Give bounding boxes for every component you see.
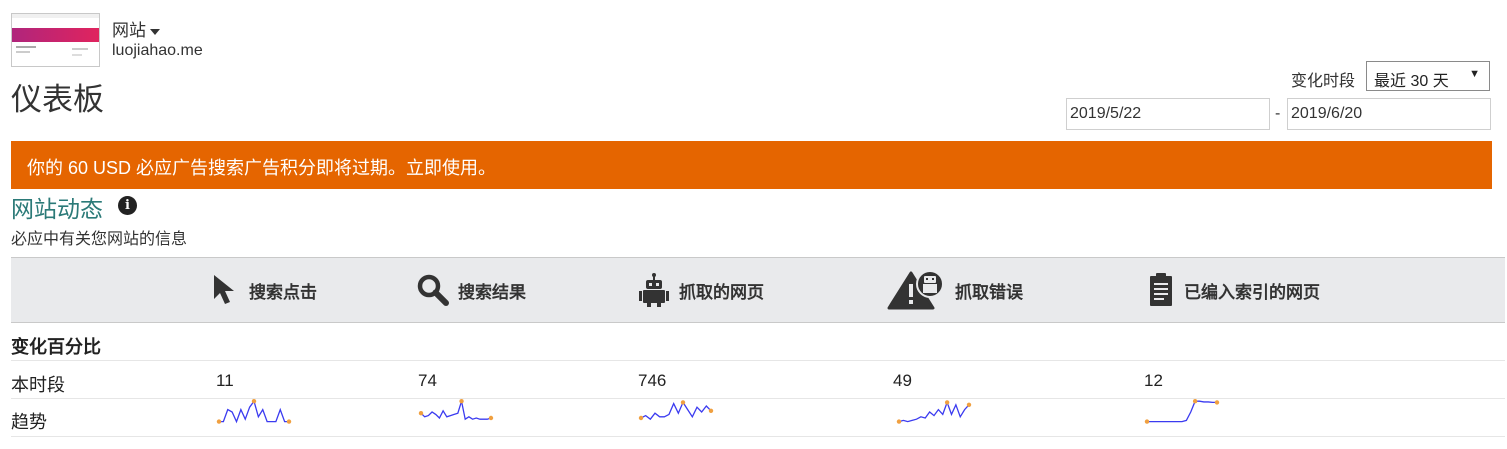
trend-point [1214, 400, 1220, 405]
metric-value: 11 [216, 371, 234, 390]
trend-sparkline [638, 400, 714, 421]
row-label-trend: 趋势 [11, 412, 47, 432]
trend-sparkline [418, 399, 494, 421]
date-to-input[interactable]: 2019/6/20 [1287, 98, 1491, 130]
trend-point [488, 415, 494, 421]
trend-point [459, 399, 464, 404]
period-select-value: 最近 30 天 [1374, 73, 1449, 90]
thumbnail-banner [12, 28, 99, 42]
metric-label: 已编入索引的网页 [1184, 282, 1320, 302]
date-from-input[interactable]: 2019/5/22 [1066, 98, 1270, 130]
trend-point [708, 408, 714, 413]
thumbnail-line [16, 46, 36, 48]
trend-point [680, 400, 686, 405]
trend-point [1192, 399, 1198, 404]
magnifier-icon [417, 274, 449, 306]
metric-label: 抓取的网页 [679, 282, 764, 302]
thumbnail-line [72, 48, 88, 50]
cursor-icon [214, 275, 234, 304]
metric-value: 49 [893, 371, 912, 390]
chevron-down-icon [150, 28, 160, 35]
row-label-current: 本时段 [11, 375, 65, 395]
site-thumbnail[interactable] [11, 13, 100, 67]
trend-point [251, 399, 257, 404]
period-label: 变化时段 [1291, 73, 1356, 90]
trend-point [896, 419, 902, 424]
document-icon [1150, 273, 1172, 306]
trend-point [1144, 419, 1150, 424]
metric-crawled-pages[interactable]: 抓取的网页 [637, 258, 764, 322]
robot-icon [639, 273, 669, 307]
trend-point [216, 419, 222, 424]
trend-line [898, 400, 970, 423]
trend-sparkline [896, 400, 972, 424]
trend-sparkline [1144, 399, 1220, 424]
section-subtitle: 必应中有关您网站的信息 [11, 231, 188, 248]
period-select[interactable]: 最近 30 天 ▼ [1366, 61, 1490, 91]
section-title: 网站动态 [11, 196, 103, 222]
metric-search-results[interactable]: 搜索结果 [416, 258, 526, 322]
thumbnail-line [72, 54, 82, 56]
metric-search-clicks[interactable]: 搜索点击 [211, 258, 317, 322]
trend-sparkline [216, 399, 292, 424]
trend-line [420, 401, 492, 421]
metric-crawl-errors[interactable]: 抓取错误 [887, 258, 1023, 322]
metric-value: 12 [1144, 371, 1163, 390]
trend-point [966, 402, 972, 407]
trend-line [1147, 400, 1217, 423]
trend-point [638, 415, 644, 421]
page-title: 仪表板 [11, 82, 104, 117]
metric-label: 抓取错误 [955, 282, 1023, 302]
metric-value: 746 [638, 371, 667, 390]
ads-credit-banner[interactable]: 你的 60 USD 必应广告搜索广告积分即将过期。立即使用。 [11, 141, 1492, 189]
robot-warning-icon [887, 270, 944, 310]
info-icon[interactable]: i [118, 196, 137, 215]
site-url: luojiahao.me [112, 42, 203, 59]
thumbnail-line [16, 51, 30, 53]
site-selector[interactable]: 网站 [112, 16, 160, 41]
trend-point [944, 400, 950, 405]
site-selector-label: 网站 [112, 21, 146, 40]
row-divider [11, 360, 1505, 361]
trend-point [418, 411, 424, 416]
metric-header-bar: 搜索点击 搜索结果 抓取的网页 抓取错误 已编入索引的网页 [11, 257, 1505, 323]
metric-label: 搜索点击 [249, 282, 317, 302]
date-separator: - [1275, 105, 1281, 122]
banner-text: 你的 60 USD 必应广告搜索广告积分即将过期。立即使用。 [27, 158, 497, 178]
metric-indexed-pages[interactable]: 已编入索引的网页 [1146, 258, 1320, 322]
row-divider [11, 436, 1505, 437]
thumbnail-topbar [12, 14, 99, 18]
table-header: 变化百分比 [11, 337, 101, 357]
metric-value: 74 [418, 371, 437, 390]
metric-label: 搜索结果 [458, 282, 526, 302]
trend-line [640, 401, 712, 421]
dropdown-arrow-icon: ▼ [1469, 68, 1480, 80]
trend-point [286, 419, 292, 424]
trend-line [219, 399, 289, 424]
